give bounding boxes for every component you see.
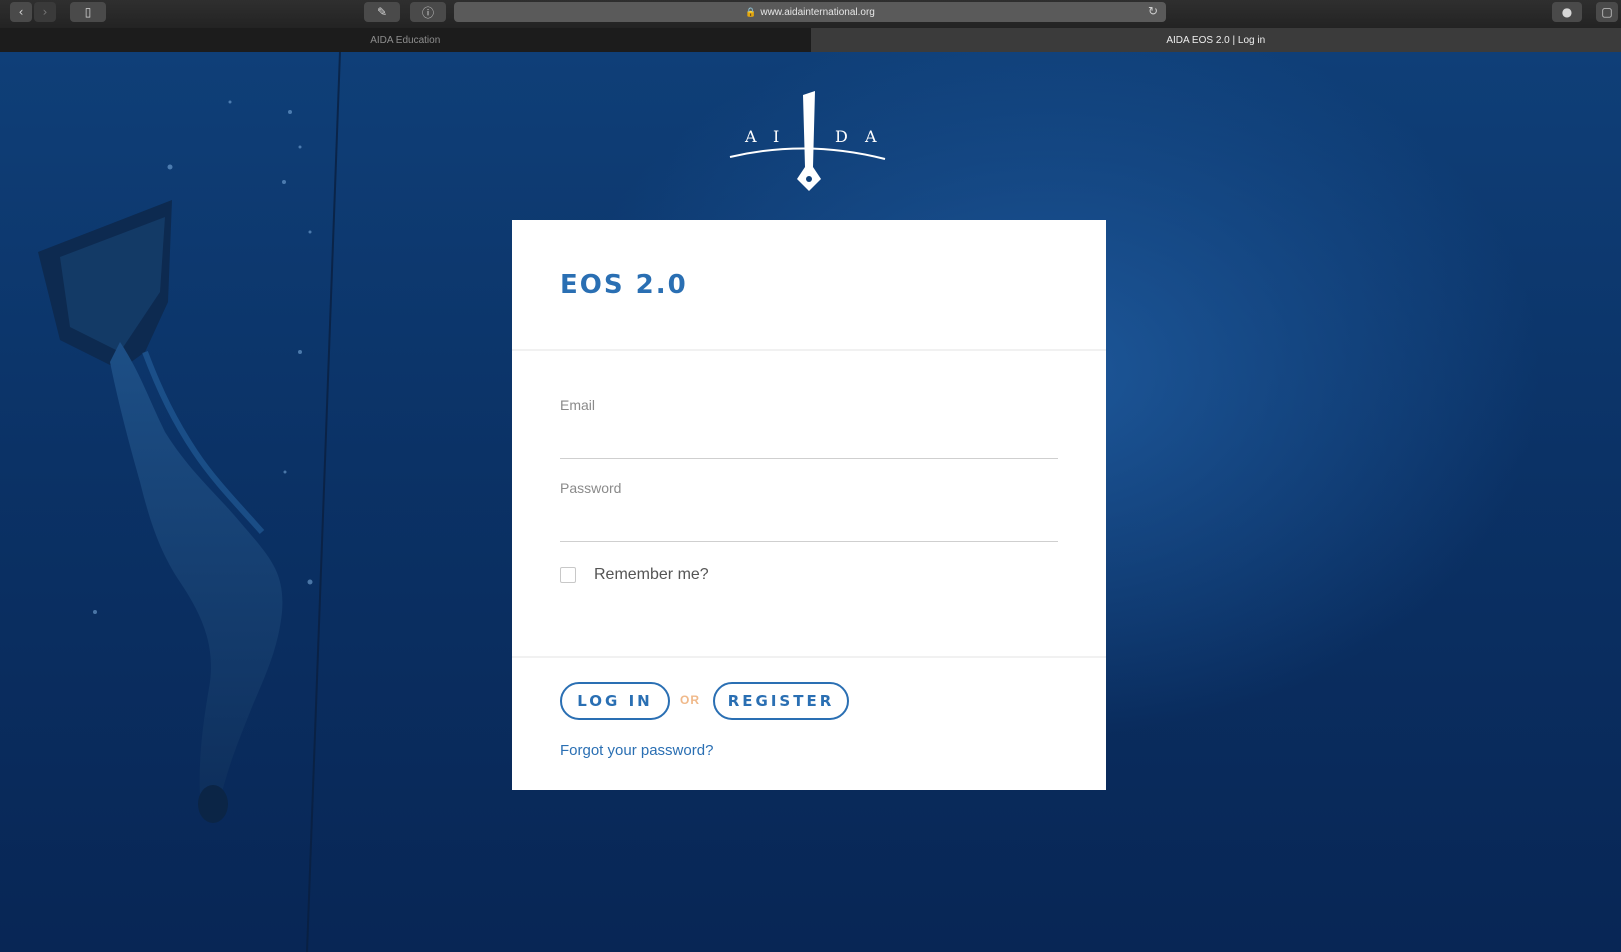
page-title: EOS 2.0 xyxy=(560,270,688,300)
page-background: A I D A EOS 2.0 Email Password Remember … xyxy=(0,52,1621,952)
or-separator: OR xyxy=(680,693,700,707)
password-field: Password xyxy=(560,474,1058,542)
tabs-icon: ▢ xyxy=(1601,5,1613,19)
tab-eos-login[interactable]: AIDA EOS 2.0 | Log in xyxy=(810,28,1621,52)
email-input[interactable] xyxy=(560,428,1058,454)
browser-toolbar: ‹ › ▯ ✎ ⓘ 🔒 www.aidainternational.org ↻ … xyxy=(0,0,1621,28)
aida-logo: A I D A xyxy=(729,91,886,191)
info-button[interactable]: ⓘ xyxy=(410,2,446,22)
reload-icon[interactable]: ↻ xyxy=(1148,4,1158,18)
email-label: Email xyxy=(560,397,596,413)
logo-letter-a2: A xyxy=(864,127,877,146)
login-form: Email Password Remember me? xyxy=(512,351,1106,658)
password-label: Password xyxy=(560,480,622,496)
login-button[interactable]: LOG IN xyxy=(560,682,670,720)
login-card: EOS 2.0 Email Password Remember me? LOG … xyxy=(512,220,1106,790)
login-card-header: EOS 2.0 xyxy=(512,220,1106,351)
tab-label: AIDA EOS 2.0 | Log in xyxy=(1166,34,1266,46)
lock-icon: 🔒 xyxy=(745,6,757,17)
info-icon: ⓘ xyxy=(421,5,434,20)
forgot-password-link[interactable]: Forgot your password? xyxy=(560,742,713,759)
remember-me-checkbox[interactable] xyxy=(560,567,576,583)
freediver-head xyxy=(198,785,228,823)
logo-letter-a: A xyxy=(744,127,757,146)
extension-icon: ✎ xyxy=(376,5,388,19)
tab-bar: AIDA Education AIDA EOS 2.0 | Log in xyxy=(0,28,1621,52)
address-text: www.aidainternational.org xyxy=(760,6,875,18)
tabs-overview-button[interactable]: ▢ xyxy=(1596,2,1618,22)
login-card-footer: LOG IN OR REGISTER Forgot your password? xyxy=(512,658,1106,788)
remember-me-label[interactable]: Remember me? xyxy=(594,566,709,584)
chevron-left-icon: ‹ xyxy=(18,5,24,19)
sidebar-toggle-button[interactable]: ▯ xyxy=(70,2,106,22)
extension-button[interactable]: ✎ xyxy=(364,2,400,22)
download-icon: ● xyxy=(1561,5,1573,19)
chevron-right-icon: › xyxy=(42,5,48,19)
tab-label: AIDA Education xyxy=(370,34,441,46)
logo-letter-i: I xyxy=(773,127,779,146)
email-field: Email xyxy=(560,391,1058,459)
back-button[interactable]: ‹ xyxy=(10,2,32,22)
sidebar-icon: ▯ xyxy=(84,5,92,19)
tab-aida-education[interactable]: AIDA Education xyxy=(0,28,811,52)
remember-me[interactable]: Remember me? xyxy=(560,566,709,584)
logo-letter-d: D xyxy=(835,127,848,146)
register-button[interactable]: REGISTER xyxy=(713,682,849,720)
freediver-body xyxy=(110,342,283,797)
password-input[interactable] xyxy=(560,511,1058,537)
forward-button[interactable]: › xyxy=(34,2,56,22)
dive-rope xyxy=(306,52,341,952)
downloads-button[interactable]: ● xyxy=(1552,2,1582,22)
address-bar[interactable]: 🔒 www.aidainternational.org ↻ xyxy=(454,2,1166,22)
